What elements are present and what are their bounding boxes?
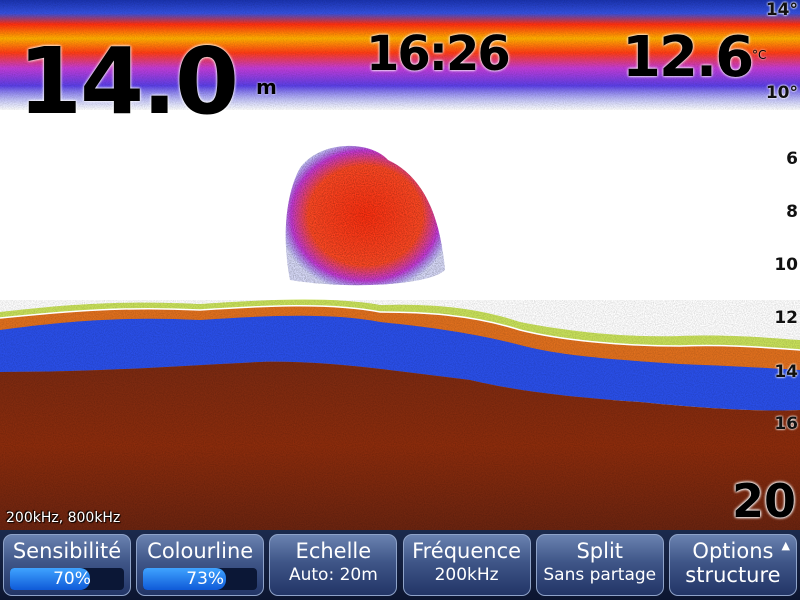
sonar-display: 14.0 m 16:26 12.6 °C 14° 10° 6 8 10 12 1… bbox=[0, 0, 800, 530]
frequency-value: 200kHz bbox=[434, 565, 499, 585]
colourline-slider[interactable]: 73% bbox=[143, 568, 258, 590]
depth-scale-label: 10 bbox=[774, 255, 798, 275]
range-max-label: 20 bbox=[731, 474, 796, 528]
split-label: Split bbox=[576, 539, 624, 563]
depth-scale-label: 8 bbox=[786, 202, 798, 222]
split-value: Sans partage bbox=[543, 565, 657, 585]
sensitivity-button[interactable]: Sensibilité 70% bbox=[3, 534, 131, 596]
sensitivity-slider[interactable]: 70% bbox=[10, 568, 124, 590]
range-label: Echelle bbox=[295, 539, 372, 563]
options-label: Options bbox=[692, 539, 774, 563]
depth-scale-label: 6 bbox=[786, 149, 798, 169]
colourline-label: Colourline bbox=[147, 539, 254, 563]
depth-scale-label: 14 bbox=[774, 362, 798, 382]
sonar-screen: 14.0 m 16:26 12.6 °C 14° 10° 6 8 10 12 1… bbox=[0, 0, 800, 600]
caret-up-icon: ▲ bbox=[781, 539, 790, 552]
frequency-button[interactable]: Fréquence 200kHz bbox=[402, 534, 531, 596]
frequency-label: Fréquence bbox=[412, 539, 522, 563]
colourline-button[interactable]: Colourline 73% bbox=[136, 534, 265, 596]
depth-scale-label: 14° bbox=[765, 0, 798, 20]
range-button[interactable]: Echelle Auto: 20m bbox=[269, 534, 398, 596]
depth-readout: 14.0 bbox=[18, 28, 239, 135]
time-readout: 16:26 bbox=[366, 26, 511, 82]
colourline-value: 73% bbox=[186, 569, 225, 589]
depth-scale-label: 16 bbox=[774, 414, 798, 434]
range-value: Auto: 20m bbox=[288, 565, 378, 585]
depth-scale-label: 10° bbox=[765, 83, 798, 103]
soft-key-menu: Sensibilité 70% Colourline 73% Echelle A… bbox=[0, 530, 800, 600]
sensitivity-label: Sensibilité bbox=[12, 539, 122, 563]
temperature-unit: °C bbox=[752, 48, 767, 62]
split-button[interactable]: Split Sans partage bbox=[535, 534, 664, 596]
depth-scale-label: 12 bbox=[774, 308, 798, 328]
temperature-readout: 12.6 bbox=[622, 25, 754, 90]
depth-unit: m bbox=[256, 75, 277, 99]
options-value: structure bbox=[685, 563, 781, 587]
sensitivity-value: 70% bbox=[53, 569, 91, 589]
options-button[interactable]: ▲ Options structure bbox=[668, 534, 797, 596]
frequency-info: 200kHz, 800kHz bbox=[6, 510, 121, 526]
